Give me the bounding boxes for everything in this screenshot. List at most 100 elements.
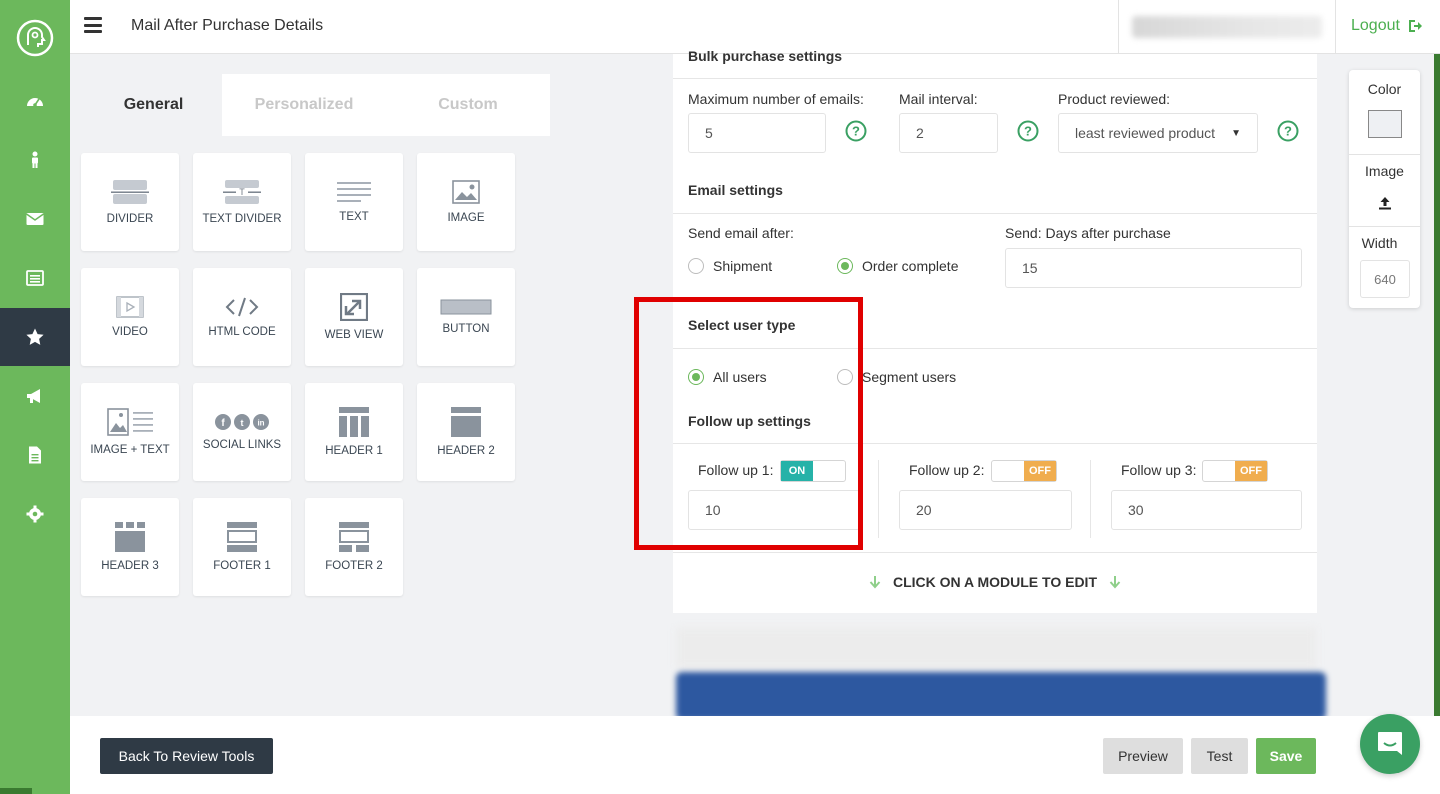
module-html-code[interactable]: HTML CODE xyxy=(193,268,291,366)
module-footer-2[interactable]: FOOTER 2 xyxy=(305,498,403,596)
width-input[interactable]: 640 xyxy=(1360,260,1410,298)
module-video[interactable]: VIDEO xyxy=(81,268,179,366)
sidebar-item-list[interactable] xyxy=(0,249,70,307)
save-button[interactable]: Save xyxy=(1256,738,1316,774)
right-edge-bar xyxy=(1434,54,1440,716)
color-swatch[interactable] xyxy=(1368,110,1402,138)
module-label: HEADER 3 xyxy=(101,560,159,572)
follow-up-2-toggle[interactable]: OFF xyxy=(991,460,1057,482)
svg-text:t: t xyxy=(241,418,244,428)
column-divider xyxy=(1090,460,1091,538)
radio-circle[interactable] xyxy=(688,258,704,274)
social-icons: f t in xyxy=(215,414,269,430)
dashboard-icon xyxy=(27,98,43,107)
main-sidebar xyxy=(0,0,70,794)
topbar-divider xyxy=(1335,0,1336,54)
web-view-icon xyxy=(340,293,368,321)
module-text[interactable]: TEXT xyxy=(305,153,403,251)
sidebar-item-users[interactable] xyxy=(0,131,70,189)
module-label: TEXT xyxy=(339,211,369,223)
logout-button[interactable]: Logout xyxy=(1351,17,1422,35)
footer-2-icon xyxy=(339,522,369,552)
svg-text:?: ? xyxy=(1024,124,1032,139)
divider-icon xyxy=(111,180,149,204)
mail-interval-input[interactable]: 2 xyxy=(899,113,998,153)
module-text-divider[interactable]: T TEXT DIVIDER xyxy=(193,153,291,251)
module-label: BUTTON xyxy=(442,323,490,335)
tab-custom[interactable]: Custom xyxy=(386,74,550,136)
svg-text:?: ? xyxy=(1284,124,1292,139)
user-account-name[interactable] xyxy=(1132,16,1322,38)
arrow-down-icon xyxy=(1109,576,1121,589)
properties-panel: Color Image Width 640 xyxy=(1349,70,1420,308)
chat-widget-button[interactable] xyxy=(1360,714,1420,774)
preview-button[interactable]: Preview xyxy=(1103,738,1183,774)
code-icon xyxy=(225,297,259,317)
sidebar-item-campaigns[interactable] xyxy=(0,367,70,425)
sidebar-item-documents[interactable] xyxy=(0,426,70,484)
follow-up-3-label: Follow up 3: xyxy=(1121,462,1197,478)
click-module-text: CLICK ON A MODULE TO EDIT xyxy=(892,574,1098,590)
module-button[interactable]: BUTTON xyxy=(417,268,515,366)
follow-up-3-input[interactable]: 30 xyxy=(1111,490,1302,530)
image-label: Image xyxy=(1365,163,1404,179)
text-lines-icon xyxy=(337,182,371,202)
radio-order-complete[interactable]: Order complete xyxy=(837,258,958,274)
tab-general[interactable]: General xyxy=(85,74,222,136)
header-1-icon xyxy=(339,407,369,437)
upload-icon[interactable] xyxy=(1378,196,1392,210)
module-footer-1[interactable]: FOOTER 1 xyxy=(193,498,291,596)
email-preview-blurred-banner xyxy=(676,672,1326,720)
module-image-text[interactable]: IMAGE + TEXT xyxy=(81,383,179,481)
module-label: SOCIAL LINKS xyxy=(202,439,282,451)
max-emails-label: Maximum number of emails: xyxy=(688,91,864,107)
sidebar-item-settings[interactable] xyxy=(0,485,70,543)
test-button[interactable]: Test xyxy=(1191,738,1248,774)
width-label: Width xyxy=(1361,235,1398,251)
send-after-label: Send email after: xyxy=(688,225,794,241)
module-label: WEB VIEW xyxy=(324,329,384,341)
max-emails-input[interactable]: 5 xyxy=(688,113,826,153)
sidebar-item-dashboard[interactable] xyxy=(0,72,70,130)
module-web-view[interactable]: WEB VIEW xyxy=(305,268,403,366)
help-icon[interactable]: ? xyxy=(1277,120,1299,142)
chat-icon xyxy=(1378,732,1402,755)
help-icon[interactable]: ? xyxy=(1017,120,1039,142)
color-label: Color xyxy=(1367,81,1402,97)
module-label: HTML CODE xyxy=(208,326,276,338)
document-icon xyxy=(29,446,41,464)
module-social-links[interactable]: f t in SOCIAL LINKS xyxy=(193,383,291,481)
radio-label: Order complete xyxy=(862,258,959,274)
toggle-state: OFF xyxy=(1024,461,1056,481)
radio-circle-checked[interactable] xyxy=(837,258,853,274)
module-header-1[interactable]: HEADER 1 xyxy=(305,383,403,481)
back-to-review-tools-button[interactable]: Back To Review Tools xyxy=(100,738,273,774)
follow-up-2-input[interactable]: 20 xyxy=(899,490,1072,530)
tab-personalized[interactable]: Personalized xyxy=(222,74,386,136)
module-label: DIVIDER xyxy=(106,213,154,225)
star-icon xyxy=(26,328,44,345)
module-header-2[interactable]: HEADER 2 xyxy=(417,383,515,481)
sidebar-item-mail[interactable] xyxy=(0,190,70,248)
product-reviewed-select[interactable]: least reviewed product ▼ xyxy=(1058,113,1258,153)
logout-label: Logout xyxy=(1351,17,1400,34)
text-divider-icon: T xyxy=(223,180,261,204)
module-header-3[interactable]: HEADER 3 xyxy=(81,498,179,596)
days-after-purchase-label: Send: Days after purchase xyxy=(1005,225,1171,241)
sidebar-item-reviews[interactable] xyxy=(0,308,70,366)
highlight-box xyxy=(634,297,863,550)
logo-icon[interactable] xyxy=(15,18,55,58)
gear-icon xyxy=(26,505,44,523)
section-divider xyxy=(673,552,1317,553)
radio-shipment[interactable]: Shipment xyxy=(688,258,772,274)
days-after-purchase-input[interactable]: 15 xyxy=(1005,248,1302,288)
follow-up-3-toggle[interactable]: OFF xyxy=(1202,460,1268,482)
column-divider xyxy=(878,460,879,538)
hamburger-menu-icon[interactable] xyxy=(84,17,102,33)
module-image[interactable]: IMAGE xyxy=(417,153,515,251)
module-divider[interactable]: DIVIDER xyxy=(81,153,179,251)
email-settings-title: Email settings xyxy=(688,182,783,198)
help-icon[interactable]: ? xyxy=(845,120,867,142)
chevron-down-icon: ▼ xyxy=(1231,127,1241,139)
module-label: VIDEO xyxy=(112,326,148,338)
